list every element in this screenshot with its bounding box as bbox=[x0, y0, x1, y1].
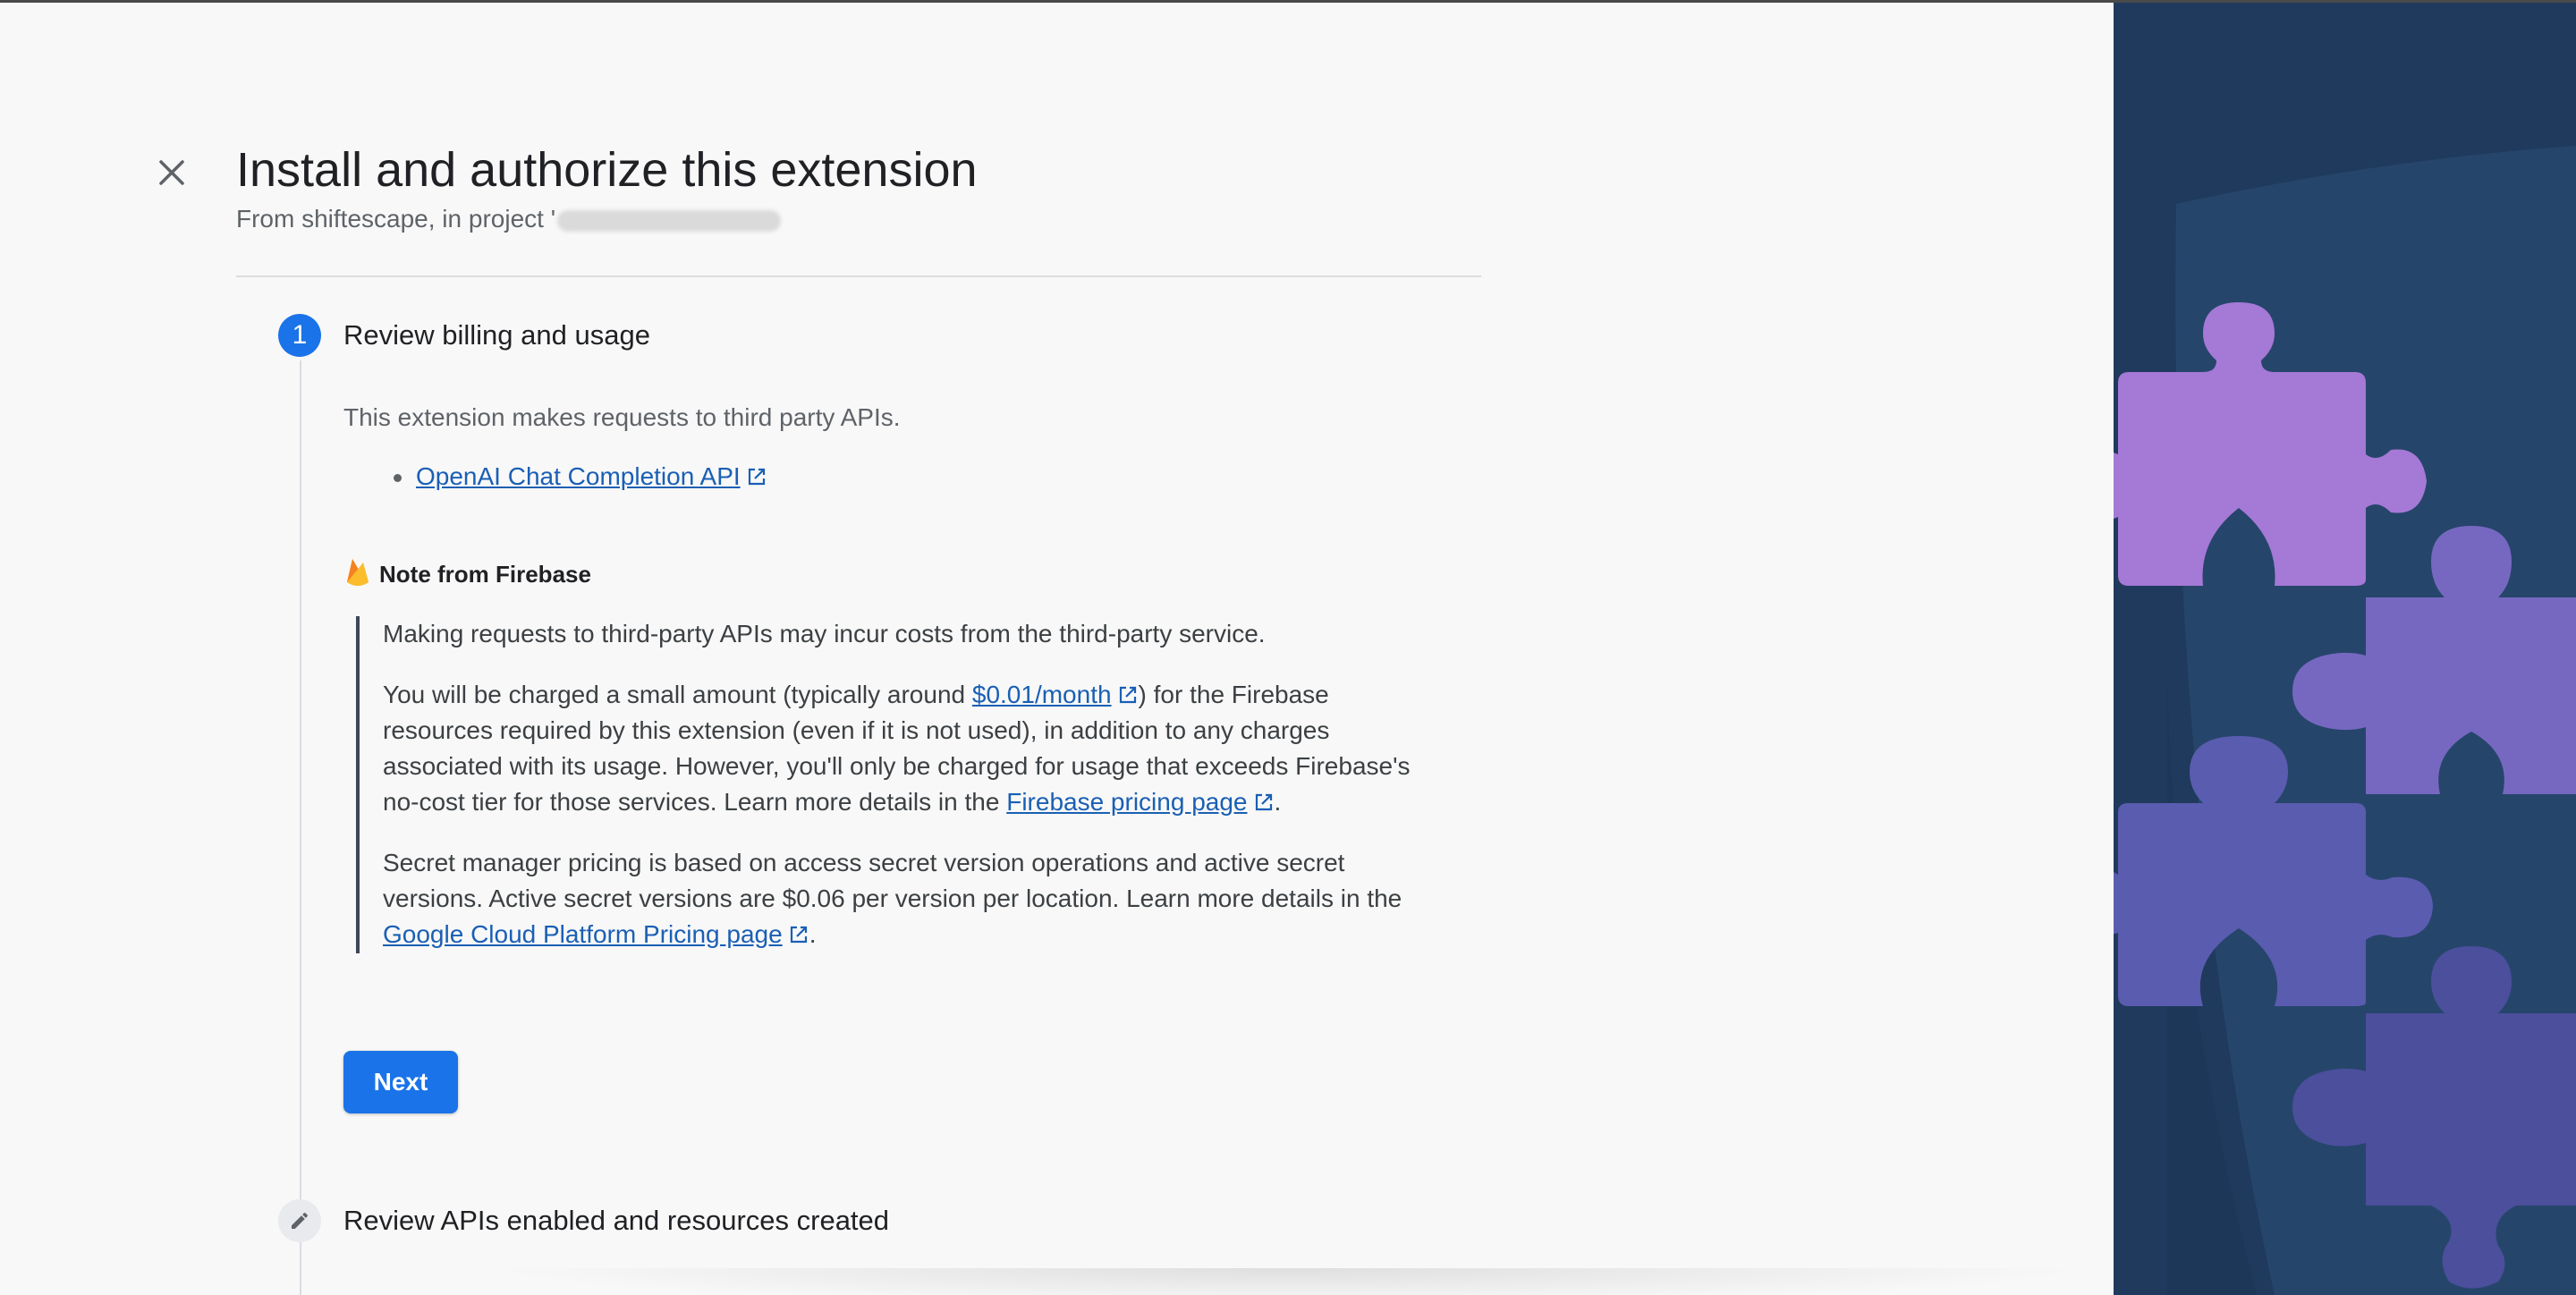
external-link-icon bbox=[1119, 686, 1136, 704]
step-1-title[interactable]: Review billing and usage bbox=[343, 319, 650, 351]
note-text: You will be charged a small amount (typi… bbox=[383, 681, 972, 708]
note-text: . bbox=[1274, 788, 1282, 816]
bottom-shadow bbox=[483, 1268, 2093, 1295]
note-text: Secret manager pricing is based on acces… bbox=[383, 849, 1402, 912]
note-paragraph-2: You will be charged a small amount (typi… bbox=[383, 677, 1420, 820]
note-header: Note from Firebase bbox=[343, 555, 591, 589]
monthly-cost-link[interactable]: $0.01/month bbox=[972, 681, 1112, 708]
decorative-side-panel bbox=[2114, 3, 2576, 1295]
api-list-item: OpenAI Chat Completion API bbox=[394, 462, 767, 491]
external-link-icon bbox=[748, 468, 765, 486]
step-1-number-badge: 1 bbox=[278, 314, 321, 357]
redacted-project-name bbox=[557, 209, 782, 232]
step-2-title[interactable]: Review APIs enabled and resources create… bbox=[343, 1205, 889, 1237]
gcp-pricing-link[interactable]: Google Cloud Platform Pricing page bbox=[383, 920, 783, 948]
stepper-line bbox=[300, 360, 301, 1295]
page-title: Install and authorize this extension bbox=[236, 143, 978, 197]
note-title: Note from Firebase bbox=[379, 561, 591, 588]
note-quote-bar bbox=[356, 616, 360, 953]
step-2-badge bbox=[278, 1199, 321, 1242]
page-subtitle: From shiftescape, in project ' bbox=[236, 205, 782, 233]
subtitle-text: From shiftescape, in project ' bbox=[236, 205, 556, 233]
openai-api-link[interactable]: OpenAI Chat Completion API bbox=[416, 462, 741, 490]
puzzle-illustration bbox=[2114, 146, 2576, 1295]
external-link-icon bbox=[1255, 793, 1272, 811]
install-dialog: Install and authorize this extension Fro… bbox=[0, 3, 2114, 1295]
external-link-icon bbox=[790, 926, 807, 944]
header-divider bbox=[236, 275, 1481, 277]
pencil-icon bbox=[292, 1212, 309, 1229]
note-text: . bbox=[809, 920, 817, 948]
third-party-api-intro: This extension makes requests to third p… bbox=[343, 403, 901, 431]
close-button[interactable] bbox=[154, 155, 190, 190]
close-icon bbox=[159, 160, 184, 185]
bullet-icon bbox=[394, 474, 402, 483]
next-button[interactable]: Next bbox=[343, 1051, 458, 1113]
firebase-flame-icon bbox=[347, 559, 369, 586]
note-paragraph-1: Making requests to third-party APIs may … bbox=[383, 620, 1266, 648]
note-paragraph-3: Secret manager pricing is based on acces… bbox=[383, 845, 1420, 952]
firebase-pricing-link[interactable]: Firebase pricing page bbox=[1006, 788, 1247, 816]
